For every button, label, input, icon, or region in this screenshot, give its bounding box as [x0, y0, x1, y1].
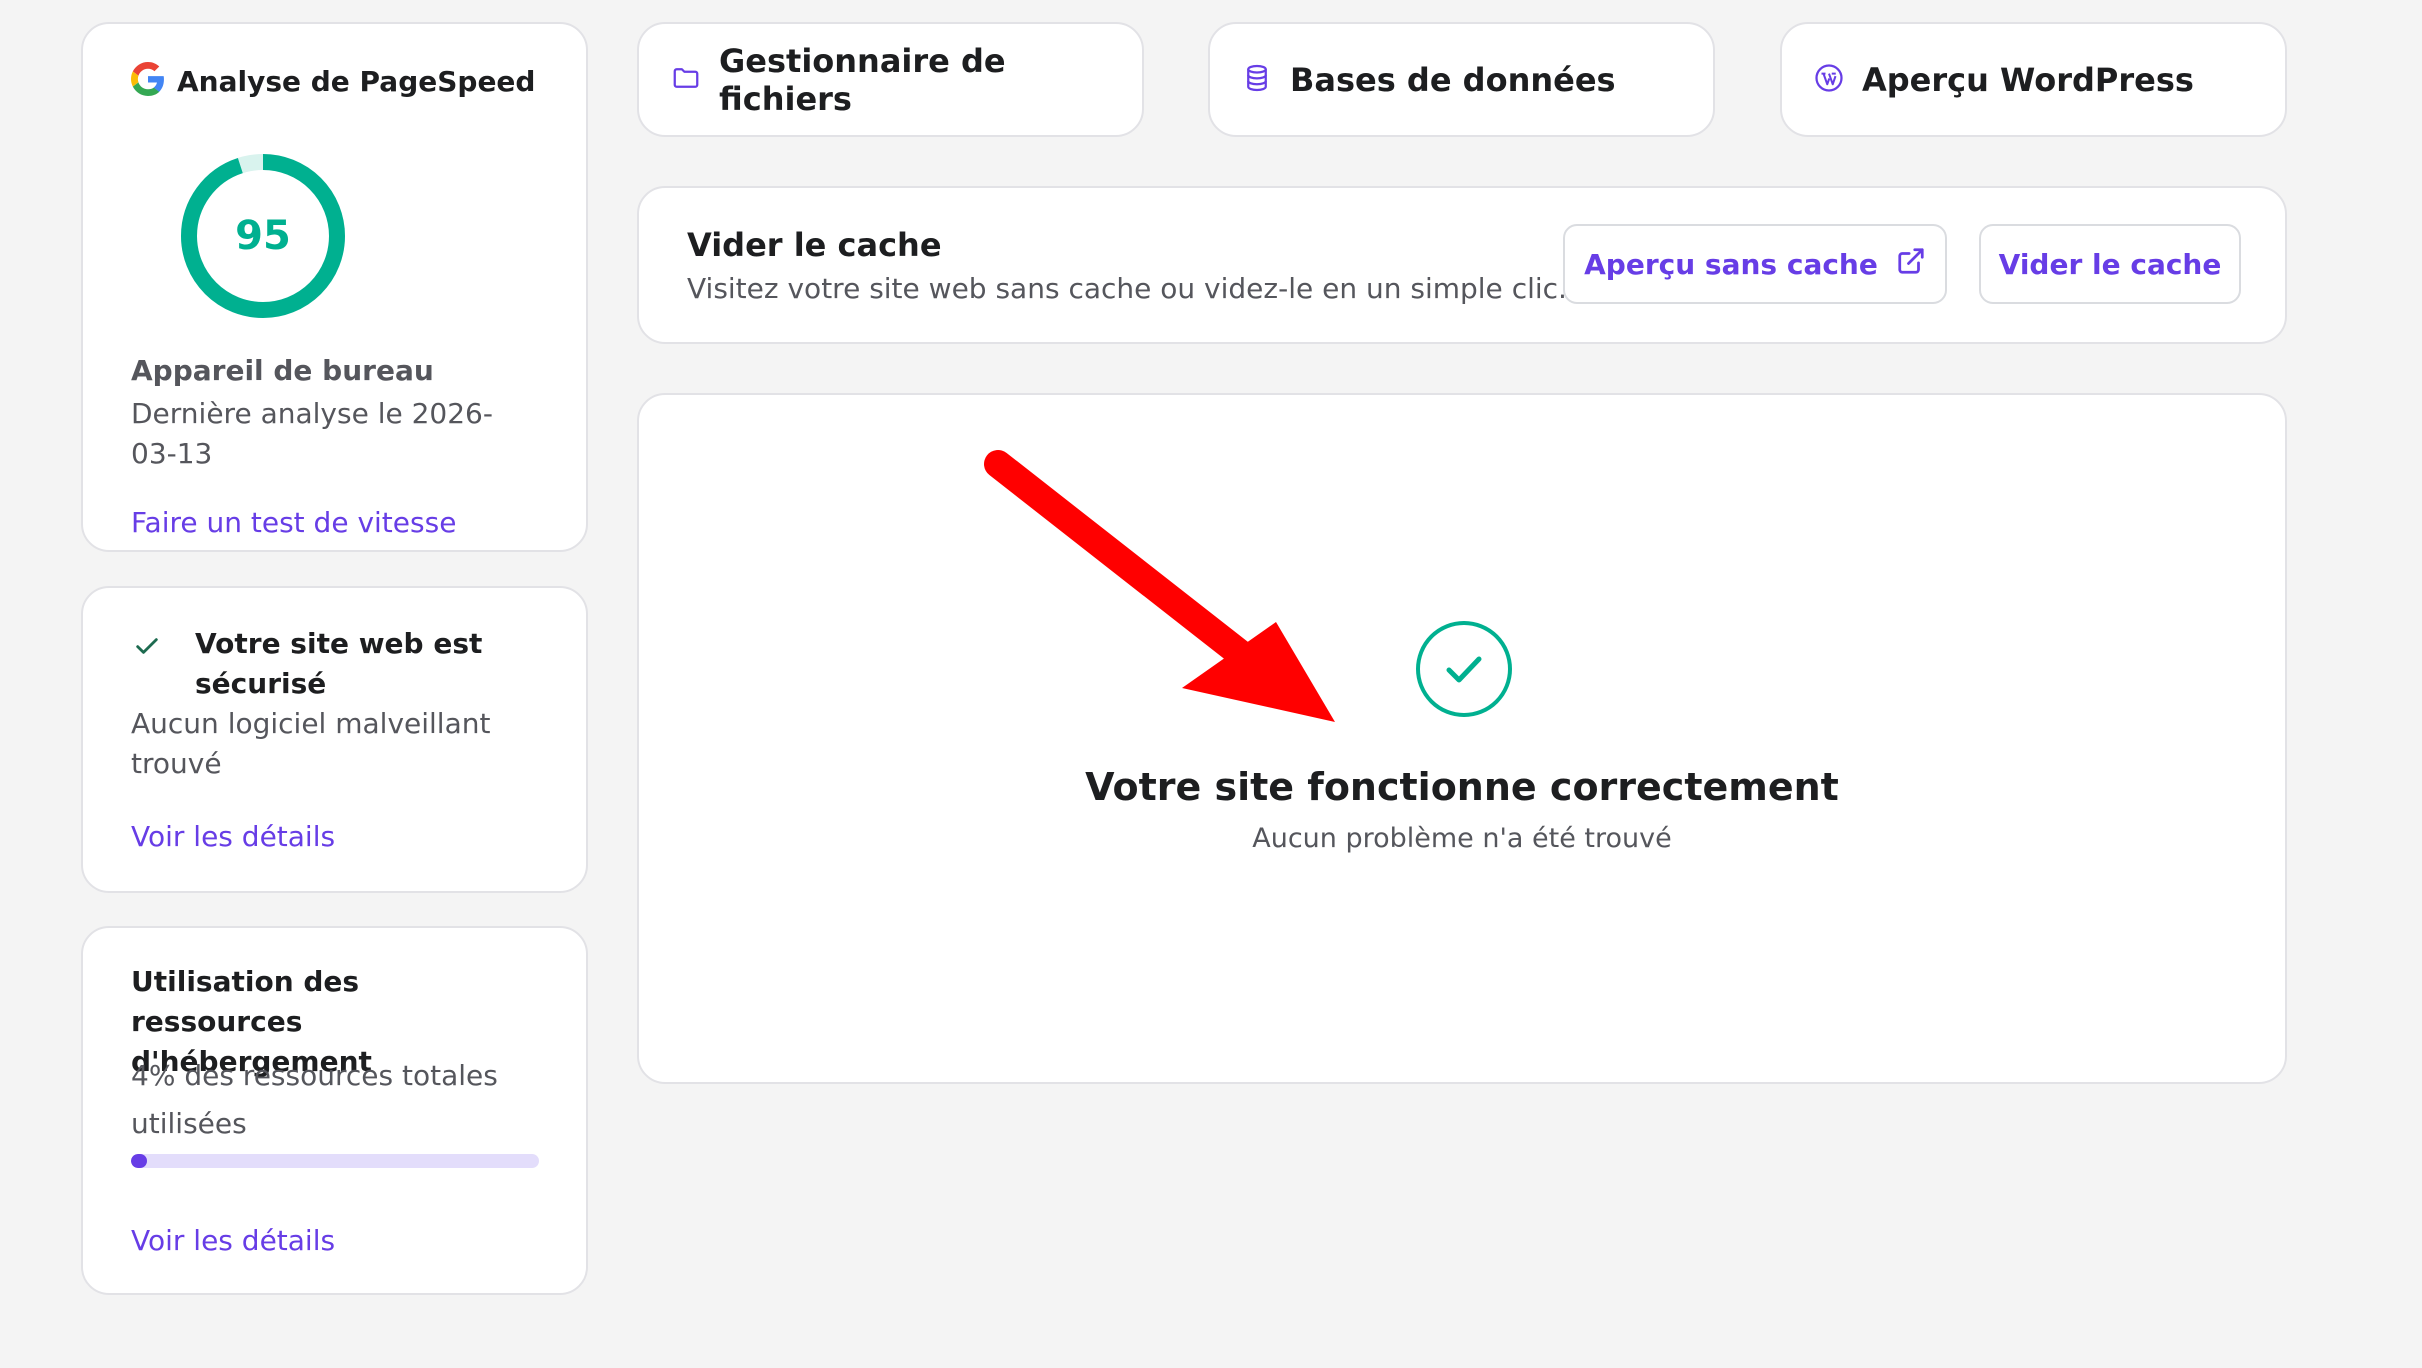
file-manager-button[interactable]: Gestionnaire de fichiers [637, 22, 1144, 137]
google-icon [131, 62, 165, 100]
pagespeed-header: Analyse de PageSpeed [131, 62, 535, 100]
file-manager-label: Gestionnaire de fichiers [719, 41, 1006, 118]
resources-subtitle: 4% des ressources totales utilisées [131, 1059, 498, 1140]
clear-cache-label: Vider le cache [1998, 247, 2222, 281]
security-details-link[interactable]: Voir les détails [131, 820, 335, 853]
site-status-title: Votre site fonctionne correctement [1085, 765, 1839, 809]
resources-progress-bar [131, 1154, 539, 1168]
external-link-icon [1896, 246, 1926, 283]
success-check-icon [1414, 619, 1514, 723]
resources-progress-fill [131, 1154, 148, 1168]
cache-card: Vider le cache Visitez votre site web sa… [637, 186, 2287, 344]
device-label: Appareil de bureau [131, 354, 434, 387]
pagespeed-score: 95 [235, 213, 291, 259]
last-analysis-date: Dernière analyse le 2026-03-13 [131, 397, 493, 470]
preview-without-cache-label: Aperçu sans cache [1584, 247, 1878, 281]
resources-details-link[interactable]: Voir les détails [131, 1224, 335, 1257]
security-card: Votre site web est sécurisé Aucun logici… [81, 586, 588, 893]
run-speed-test-link[interactable]: Faire un test de vitesse [131, 506, 456, 539]
security-title: Votre site web est sécurisé [195, 627, 483, 700]
wordpress-icon [1814, 63, 1844, 97]
databases-label: Bases de données [1290, 60, 1616, 99]
site-status-card: Votre site fonctionne correctement Aucun… [637, 393, 2287, 1084]
resources-card: Utilisation des ressources d'hébergement… [81, 926, 588, 1295]
annotation-arrow [984, 450, 1335, 722]
cache-description: Visitez votre site web sans cache ou vid… [687, 272, 1567, 305]
database-icon [1242, 63, 1272, 97]
pagespeed-title: Analyse de PageSpeed [177, 64, 536, 98]
cache-title: Vider le cache [687, 226, 942, 264]
site-status-subtitle: Aucun problème n'a été trouvé [1252, 823, 1672, 854]
pagespeed-card: Analyse de PageSpeed 95 Appareil de bure… [81, 22, 588, 552]
security-subtitle: Aucun logiciel malveillant trouvé [131, 707, 491, 780]
wordpress-overview-button[interactable]: Aperçu WordPress [1780, 22, 2287, 137]
pagespeed-score-gauge: 95 [173, 146, 353, 326]
databases-button[interactable]: Bases de données [1208, 22, 1715, 137]
wordpress-overview-label: Aperçu WordPress [1862, 60, 2194, 99]
preview-without-cache-button[interactable]: Aperçu sans cache [1563, 224, 1947, 304]
folder-icon [671, 63, 701, 97]
clear-cache-button[interactable]: Vider le cache [1979, 224, 2241, 304]
check-icon [133, 632, 161, 664]
